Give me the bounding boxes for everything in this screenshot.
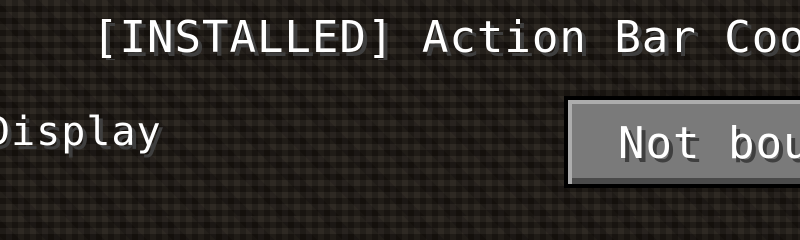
mod-title: [INSTALLED] Action Bar Coor <box>92 16 800 60</box>
keybind-button[interactable]: Not bou <box>564 96 800 188</box>
keybind-label: Display <box>0 109 162 155</box>
keybind-button-label: Not bou <box>618 118 800 169</box>
keybind-row: Display Not bou <box>0 92 800 192</box>
